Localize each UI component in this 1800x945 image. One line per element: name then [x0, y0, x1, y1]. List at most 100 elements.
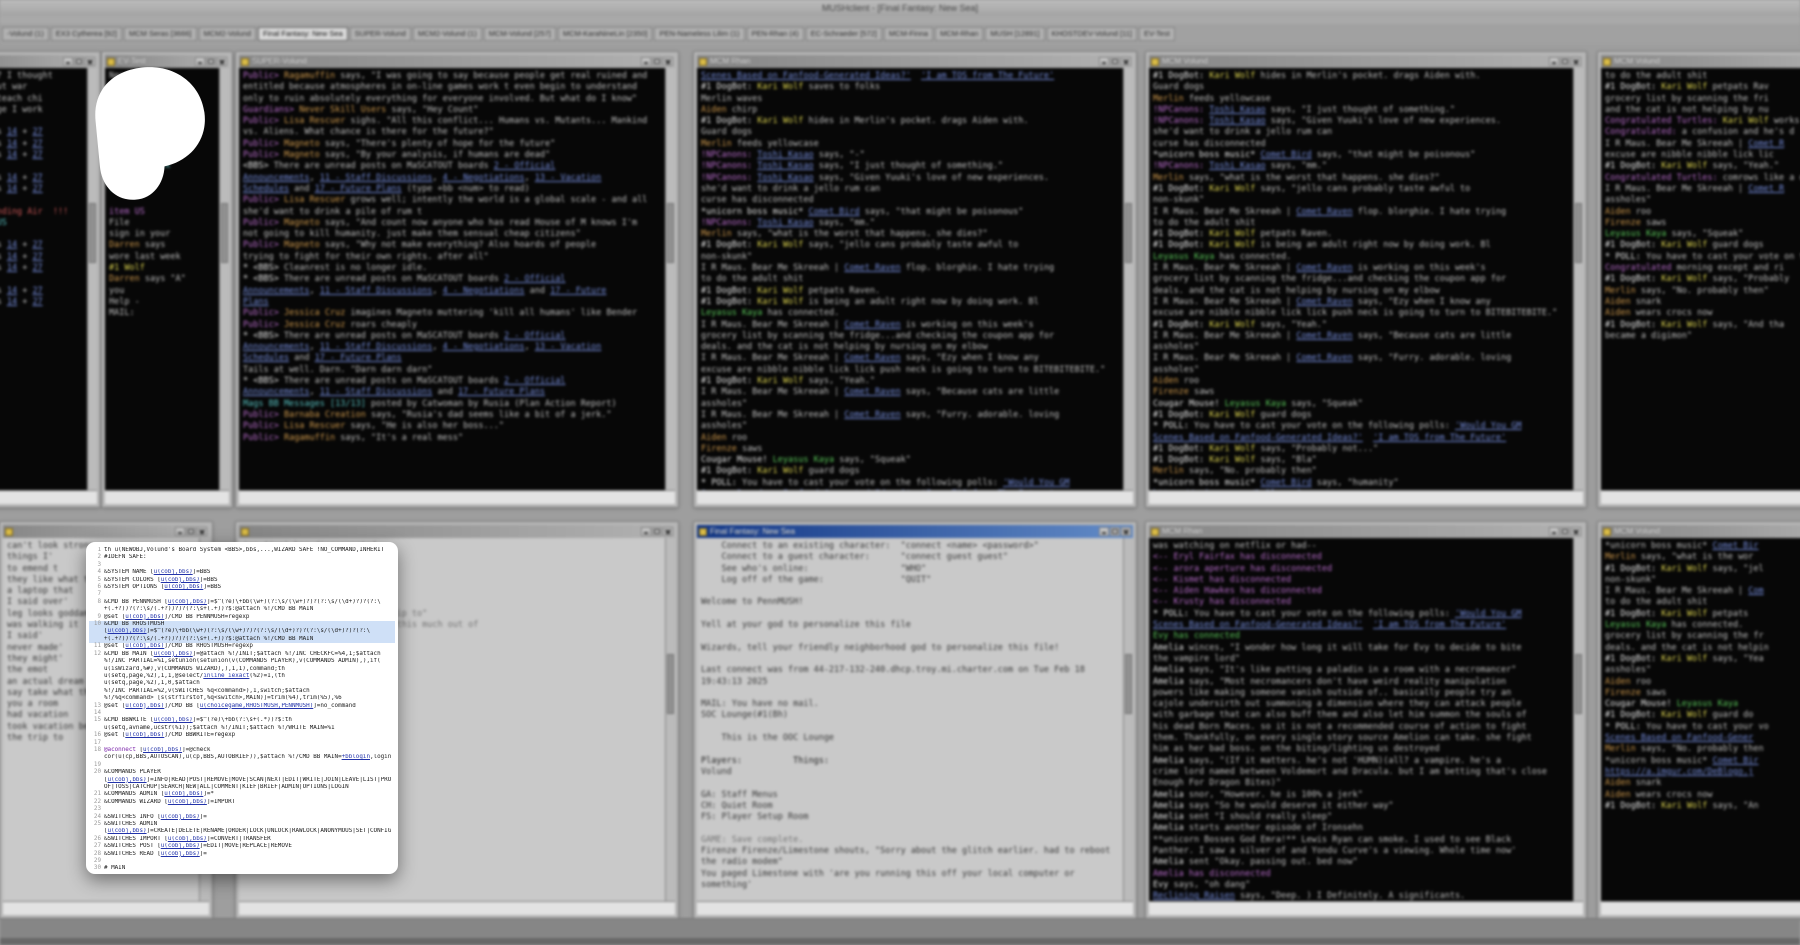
- window-titlebar[interactable]: MCM Rhan: [697, 55, 1133, 68]
- terminal-line: GA: Staff Menus: [701, 790, 1119, 801]
- command-input[interactable]: [1149, 901, 1583, 915]
- line-number: 9: [89, 614, 104, 621]
- window-titlebar[interactable]: [0, 55, 97, 68]
- window-controls: [1099, 57, 1131, 66]
- terminal-line: #1 DogBot: Kari Wolf guard dogs: [701, 466, 1119, 477]
- session-tab[interactable]: SUPER-Volund: [350, 27, 411, 41]
- minimize-button[interactable]: [1099, 527, 1109, 536]
- maximize-button[interactable]: [186, 527, 196, 536]
- window-icon: [699, 58, 707, 66]
- command-input[interactable]: [105, 490, 229, 504]
- close-button[interactable]: [663, 527, 673, 536]
- terminal-line: https://a.imgur.com/DeBlogo.j: [1605, 767, 1800, 778]
- maximize-button[interactable]: [652, 527, 662, 536]
- close-button[interactable]: [1571, 57, 1581, 66]
- command-input[interactable]: [239, 490, 675, 504]
- scrollbar[interactable]: [1573, 68, 1583, 490]
- minimize-button[interactable]: [1549, 527, 1559, 536]
- scrollbar[interactable]: [665, 538, 675, 901]
- command-input[interactable]: [1149, 490, 1583, 504]
- session-tab[interactable]: MCM-KaraNineLin [2350]: [558, 27, 653, 41]
- session-tab[interactable]: Final Fantasy: New Sea: [258, 27, 348, 41]
- scrollbar[interactable]: [219, 68, 229, 490]
- code-line: 20&COMMANDS`PLAYER: [89, 769, 395, 776]
- window-titlebar[interactable]: MCM Volund: [1601, 525, 1800, 538]
- terminal-line: Mags BB Messages [13/13] posted by Catwo…: [243, 399, 661, 410]
- minimize-button[interactable]: [641, 527, 651, 536]
- window-titlebar[interactable]: Final Fantasy: New Sea: [697, 525, 1133, 538]
- terminal-output[interactable]: hosts? I thoughtd about wared I teach ch…: [0, 68, 87, 490]
- code-line: 26&SWITCHES`IMPORT [u(cobj,bbs)]=CONVERT…: [89, 836, 395, 843]
- maximize-button[interactable]: [652, 57, 662, 66]
- scrollbar[interactable]: [1123, 68, 1133, 490]
- session-tab[interactable]: EV-Test: [1139, 27, 1175, 41]
- maximize-button[interactable]: [74, 57, 84, 66]
- session-tab[interactable]: MUSH [12891]: [985, 27, 1044, 41]
- session-tab[interactable]: EC-Schraeder [572]: [806, 27, 882, 41]
- session-tab[interactable]: PEN-Nameless Lilim (1): [654, 27, 744, 41]
- terminal-output[interactable]: Public> Ragamuffin says, "I was going to…: [239, 68, 665, 490]
- session-tab[interactable]: MCM-Finna: [884, 27, 933, 41]
- window-titlebar[interactable]: [3, 525, 209, 538]
- command-input[interactable]: [697, 490, 1133, 504]
- session-tab[interactable]: PEN-Rhan (4): [747, 27, 804, 41]
- terminal-line: #1 DogBot: Kari Wolf says, "Yea: [1605, 654, 1800, 665]
- close-button[interactable]: [663, 57, 673, 66]
- minimize-button[interactable]: [641, 57, 651, 66]
- minimize-button[interactable]: [1099, 57, 1109, 66]
- window-titlebar[interactable]: [239, 525, 675, 538]
- maximize-button[interactable]: [1560, 527, 1570, 536]
- command-input[interactable]: [3, 901, 209, 915]
- code-line: 25&SWITCHES`ADMIN: [89, 821, 395, 828]
- close-button[interactable]: [197, 527, 207, 536]
- window-titlebar[interactable]: MCM Volund: [1601, 55, 1800, 68]
- session-tab[interactable]: MCM-Volund [257]: [484, 27, 556, 41]
- terminal-line: #1 DogBot: Kari Wolf is being an adult r…: [1153, 240, 1569, 251]
- session-tab[interactable]: MCM-Rhan: [935, 27, 983, 41]
- command-input[interactable]: [1601, 490, 1800, 504]
- session-tab[interactable]: EX3 Cytherea [92]: [51, 27, 122, 41]
- minimize-button[interactable]: [1549, 57, 1559, 66]
- window-icon: [107, 58, 115, 66]
- code-line: 28&SWITCHES`READ [u(cobj,bbs)]=: [89, 851, 395, 858]
- terminal-line: !NPCanons: Toshi Kasao says, "I just tho…: [701, 161, 1119, 172]
- terminal-line: Public> Barnaba Creation says, "Rusia's …: [243, 410, 661, 421]
- close-button[interactable]: [217, 57, 227, 66]
- terminal-output[interactable]: to do the adult shit#1 DogBot: Kari Wolf…: [1601, 68, 1800, 490]
- maximize-button[interactable]: [1560, 57, 1570, 66]
- terminal-line: Scenes Based on Fanfood-Generated Ideas?…: [1153, 433, 1569, 444]
- terminal-line: Help -: [109, 297, 215, 308]
- terminal-output[interactable]: *unicorn boss music* Comet BirMerlin say…: [1601, 538, 1800, 901]
- command-input[interactable]: [697, 901, 1133, 915]
- terminal-line: deals. and the cat is not helpin: [1605, 643, 1800, 654]
- app-title-bar: MUSHclient - [Final Fantasy: New Sea]: [0, 0, 1800, 16]
- window-titlebar[interactable]: MCM Volund: [1149, 55, 1583, 68]
- window-titlebar[interactable]: SUPER-Volund: [239, 55, 675, 68]
- terminal-output[interactable]: Scenes Based on Fanfood-Generated Ideas?…: [697, 68, 1123, 490]
- session-tab[interactable]: MCM2-Volund: [199, 27, 257, 41]
- minimize-button[interactable]: [175, 527, 185, 536]
- command-input[interactable]: [239, 901, 675, 915]
- session-tab[interactable]: MCM2-Volund (1): [413, 27, 482, 41]
- scrollbar[interactable]: [1573, 538, 1583, 901]
- maximize-button[interactable]: [1110, 527, 1120, 536]
- close-button[interactable]: [1121, 527, 1131, 536]
- session-tab[interactable]: MCM Seras [3666]: [124, 27, 197, 41]
- terminal-output[interactable]: #1 DogBot: Kari Wolf hides in Merlin's p…: [1149, 68, 1573, 490]
- command-input[interactable]: [0, 490, 97, 504]
- code-editor-content[interactable]: 1th u(NEWOBJ,Volund's Board System <BBS>…: [89, 547, 395, 869]
- session-tab[interactable]: KHOSTDEV-Volund [11]: [1047, 27, 1137, 41]
- command-input[interactable]: [1601, 901, 1800, 915]
- maximize-button[interactable]: [1110, 57, 1120, 66]
- terminal-output[interactable]: was watching on netflix or had--<-- Eryl…: [1149, 538, 1573, 901]
- close-button[interactable]: [85, 57, 95, 66]
- code-editor-window[interactable]: 1th u(NEWOBJ,Volund's Board System <BBS>…: [86, 542, 398, 874]
- scrollbar[interactable]: [1123, 538, 1133, 901]
- window-titlebar[interactable]: MCM Rhan: [1149, 525, 1583, 538]
- close-button[interactable]: [1121, 57, 1131, 66]
- scrollbar[interactable]: [665, 68, 675, 490]
- close-button[interactable]: [1571, 527, 1581, 536]
- terminal-output[interactable]: Connect to an existing character: "conne…: [697, 538, 1123, 901]
- session-tab[interactable]: -Volund (1): [2, 27, 49, 41]
- minimize-button[interactable]: [63, 57, 73, 66]
